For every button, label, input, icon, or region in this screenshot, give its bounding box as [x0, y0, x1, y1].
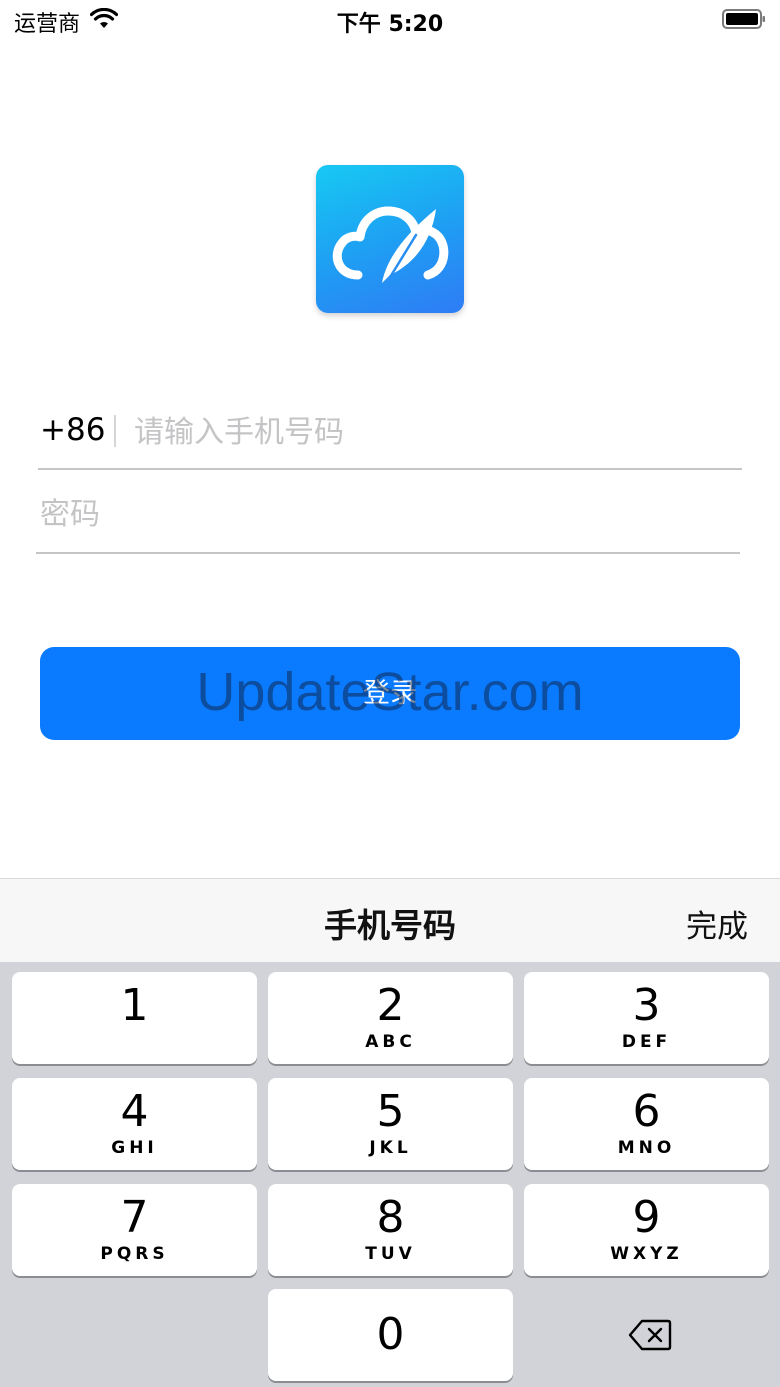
- delete-key[interactable]: [524, 1289, 769, 1381]
- done-button[interactable]: 完成: [686, 901, 748, 946]
- login-button[interactable]: 登录: [40, 647, 740, 740]
- password-input[interactable]: [40, 488, 730, 540]
- key-8[interactable]: 8 TUV: [268, 1184, 513, 1276]
- keyboard-toolbar: 手机号码 完成: [0, 878, 780, 962]
- key-0[interactable]: 0: [268, 1289, 513, 1381]
- key-3[interactable]: 3 DEF: [524, 972, 769, 1064]
- status-bar: 运营商 下午 5:20: [0, 0, 780, 40]
- key-letters: DEF: [621, 1032, 672, 1052]
- key-letters: MNO: [617, 1138, 676, 1158]
- key-letters: JKL: [369, 1138, 412, 1158]
- key-4[interactable]: 4 GHI: [12, 1078, 257, 1170]
- keyboard-title: 手机号码: [324, 906, 456, 945]
- key-digit: 4: [120, 1086, 149, 1137]
- number-keypad: 1 2 ABC 3 DEF 4 GHI 5 JKL 6 MNO 7 PQRS 8…: [0, 962, 780, 1387]
- delete-backspace-icon: [628, 1319, 672, 1351]
- phone-number-input[interactable]: [134, 406, 734, 458]
- country-code[interactable]: +86: [40, 412, 105, 448]
- password-field-row: [36, 482, 740, 554]
- key-digit: 6: [632, 1086, 661, 1137]
- key-digit: 8: [376, 1192, 405, 1243]
- cloud-feather-logo: [332, 206, 449, 289]
- key-letters: WXYZ: [610, 1244, 683, 1264]
- key-digit: 5: [376, 1086, 405, 1137]
- key-digit: 2: [376, 980, 405, 1031]
- app-logo: [316, 165, 464, 313]
- key-7[interactable]: 7 PQRS: [12, 1184, 257, 1276]
- battery-icon: [722, 9, 765, 29]
- key-5[interactable]: 5 JKL: [268, 1078, 513, 1170]
- key-digit: 7: [120, 1192, 149, 1243]
- key-letters: TUV: [365, 1244, 416, 1264]
- key-digit: 9: [632, 1192, 661, 1243]
- key-letters: GHI: [111, 1138, 158, 1158]
- key-digit: 3: [632, 980, 661, 1031]
- key-letters: PQRS: [100, 1244, 169, 1264]
- key-6[interactable]: 6 MNO: [524, 1078, 769, 1170]
- key-1[interactable]: 1: [12, 972, 257, 1064]
- key-digit: 0: [376, 1309, 405, 1360]
- country-code-divider: [114, 415, 116, 447]
- key-2[interactable]: 2 ABC: [268, 972, 513, 1064]
- key-letters: ABC: [365, 1032, 416, 1052]
- phone-field-row: +86: [38, 400, 742, 470]
- key-digit: 1: [120, 980, 149, 1031]
- key-9[interactable]: 9 WXYZ: [524, 1184, 769, 1276]
- clock: 下午 5:20: [336, 12, 444, 37]
